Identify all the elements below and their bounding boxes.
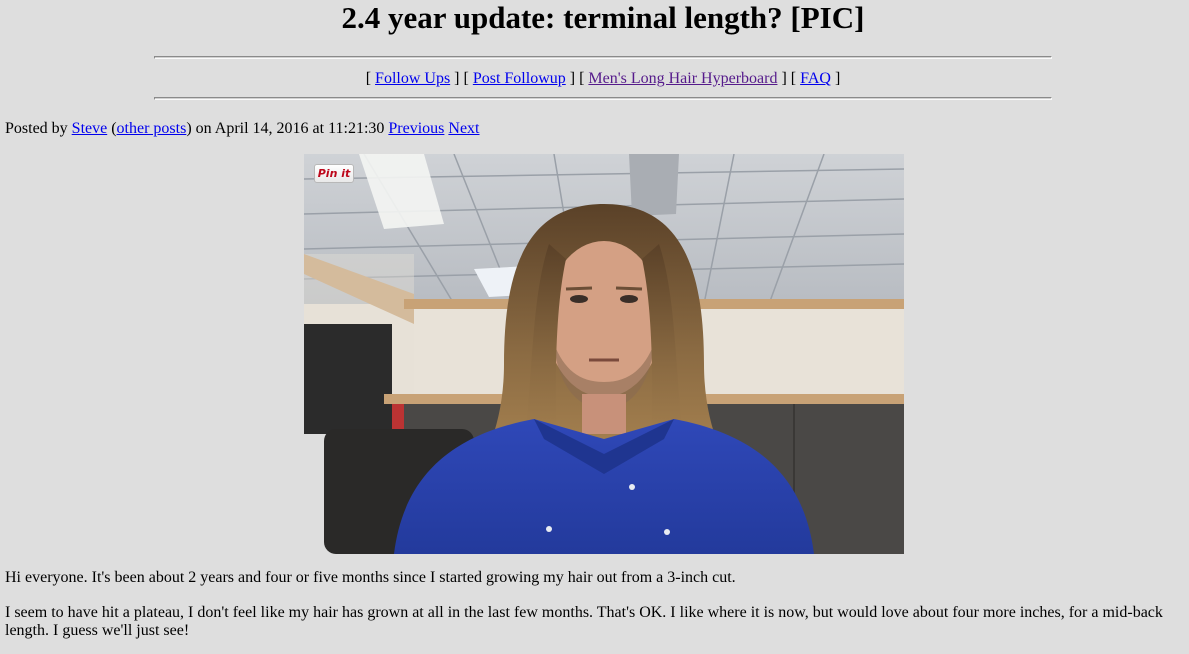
- hyperboard-link[interactable]: Men's Long Hair Hyperboard: [588, 70, 777, 87]
- post-paragraph-2: I seem to have hit a plateau, I don't fe…: [5, 604, 1163, 639]
- author-link[interactable]: Steve: [72, 120, 108, 137]
- nav-bracket: ] [: [565, 70, 589, 87]
- previous-link[interactable]: Previous: [388, 120, 444, 137]
- post-date: ) on April 14, 2016 at 11:21:30: [186, 120, 389, 137]
- other-posts-link[interactable]: other posts: [117, 120, 187, 137]
- nav-bracket: ] [: [777, 70, 801, 87]
- photo-illustration: [304, 154, 904, 554]
- next-link[interactable]: Next: [448, 120, 479, 137]
- nav-bracket: ]: [830, 70, 841, 87]
- nav-links-bar: [ Follow Ups ] [ Post Followup ] [ Men's…: [0, 69, 1189, 89]
- post-paragraph-1: Hi everyone. It's been about 2 years and…: [5, 569, 736, 586]
- post-title: 2.4 year update: terminal length? [PIC]: [341, 0, 865, 35]
- faq-link[interactable]: FAQ: [800, 70, 831, 87]
- post-followup-link[interactable]: Post Followup: [473, 70, 566, 87]
- post-photo: Pin it: [304, 154, 904, 554]
- nav-bracket: ] [: [450, 70, 473, 87]
- top-divider: [154, 56, 1052, 59]
- follow-ups-link[interactable]: Follow Ups: [375, 70, 450, 87]
- posted-by-label: Posted by: [5, 120, 72, 137]
- paren-open: (: [107, 120, 117, 137]
- bottom-divider: [154, 97, 1052, 100]
- pin-it-button[interactable]: Pin it: [314, 164, 354, 183]
- nav-bracket: [: [365, 70, 376, 87]
- post-meta: Posted by Steve (other posts) on April 1…: [5, 119, 480, 139]
